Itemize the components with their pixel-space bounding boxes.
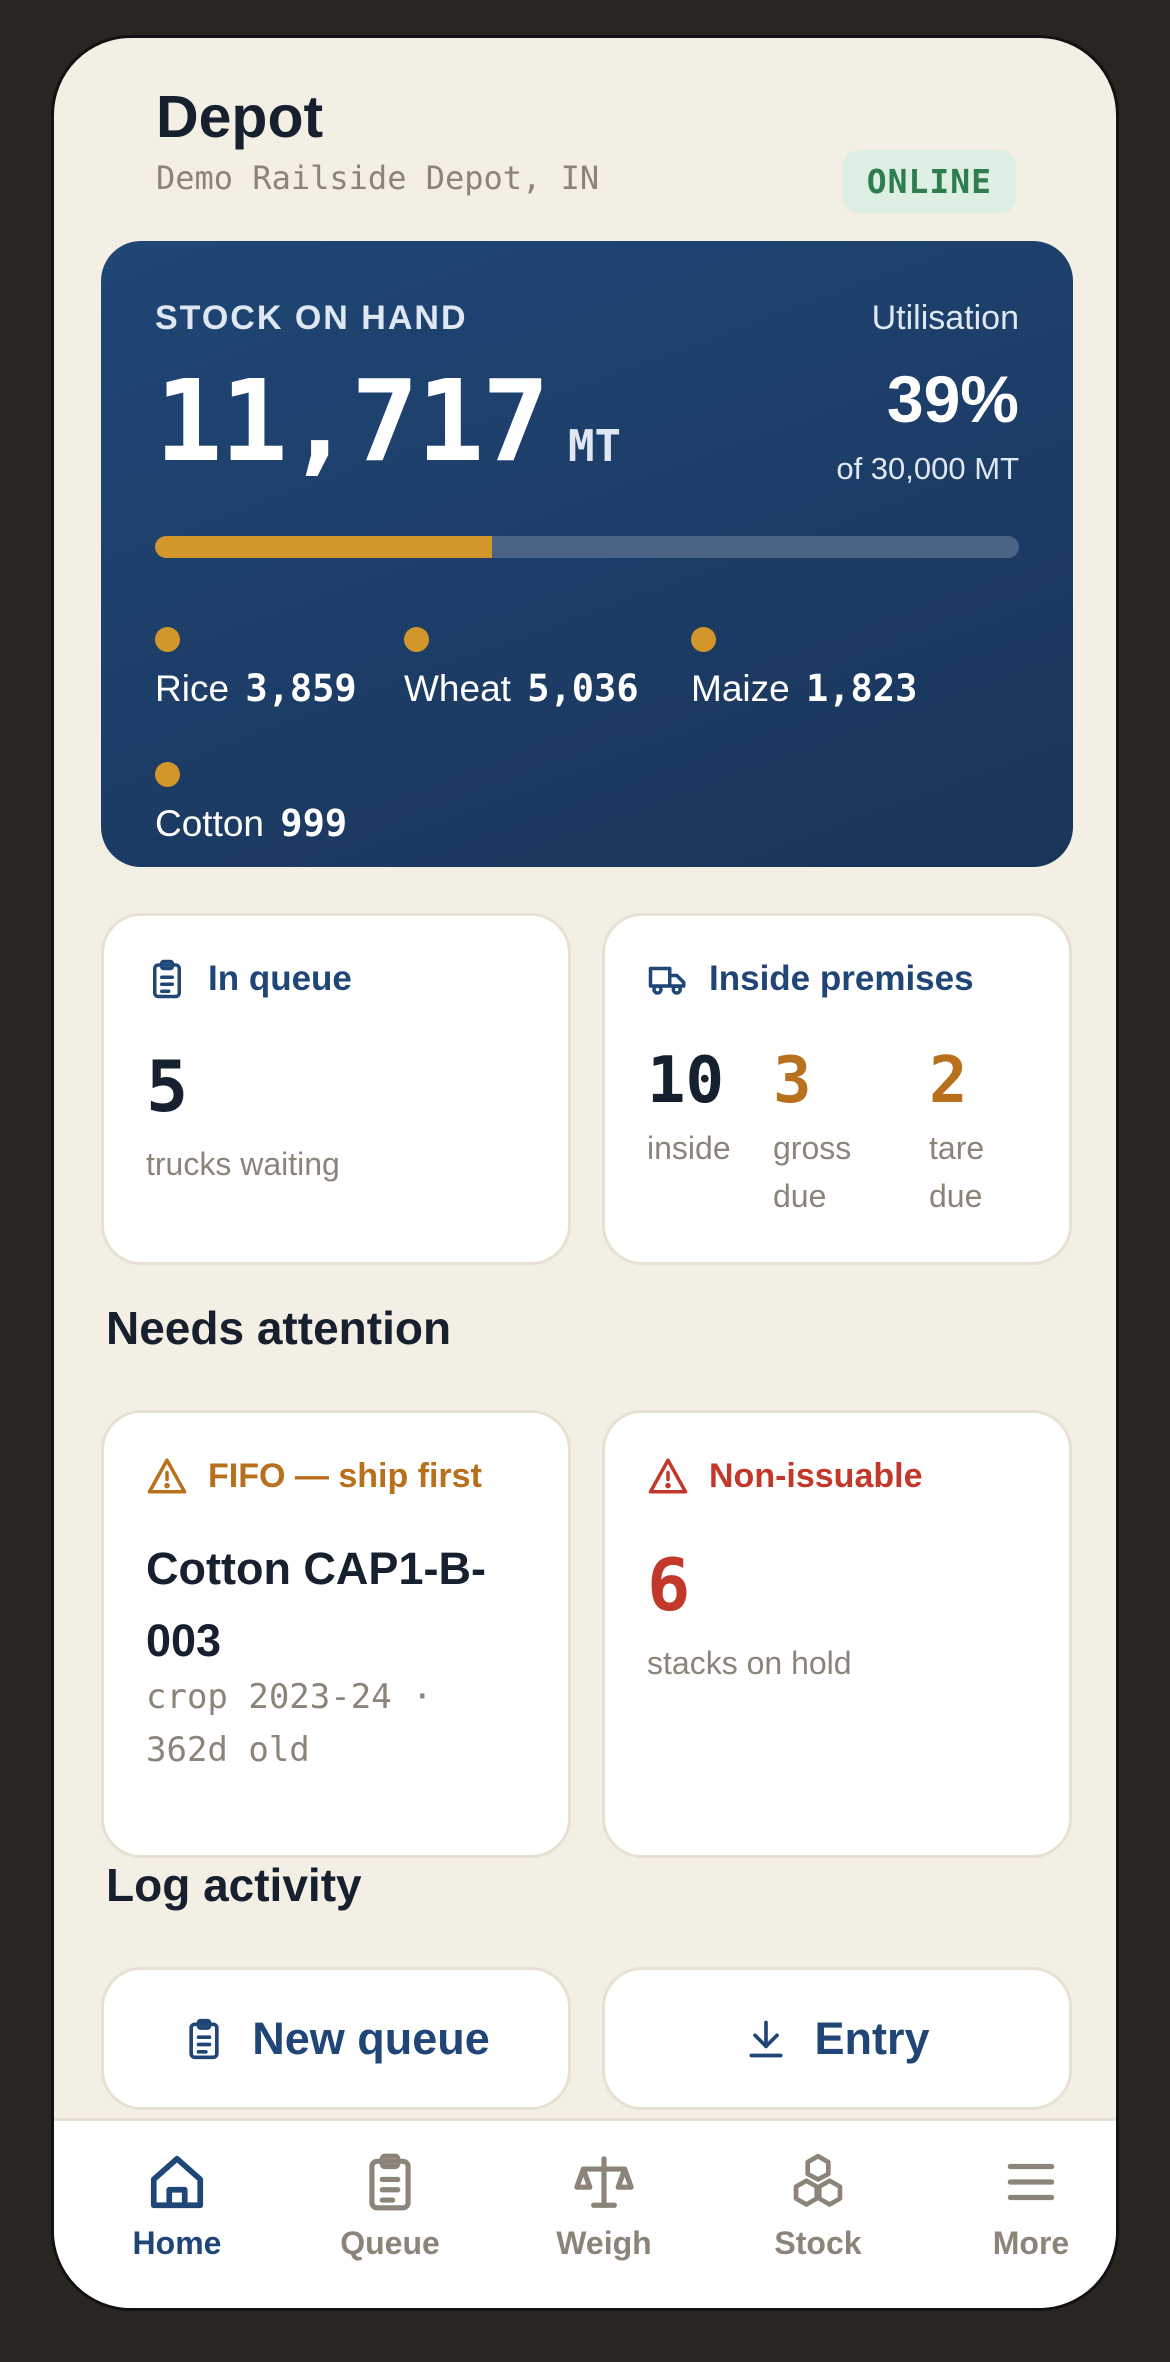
- crop-name: Wheat: [404, 668, 511, 709]
- utilisation-bar-fill: [155, 536, 492, 558]
- crop-value: 999: [280, 802, 348, 845]
- premises-card-title: Inside premises: [709, 959, 974, 998]
- crop-item-wheat: Wheat 5,036: [404, 627, 639, 710]
- non-issuable-header: Non-issuable: [647, 1455, 922, 1497]
- stock-label: STOCK ON HAND: [155, 299, 468, 337]
- non-issuable-subtitle: stacks on hold: [647, 1645, 852, 1681]
- stock-card[interactable]: STOCK ON HAND 11,717 MT Utilisation 39% …: [101, 241, 1073, 867]
- stat-value: 10: [647, 1044, 725, 1118]
- clipboard-icon: [153, 959, 181, 999]
- stock-unit: MT: [568, 421, 621, 472]
- premises-card[interactable]: Inside premises 10 inside 3 gross due 2 …: [602, 913, 1072, 1265]
- fifo-stack-age: crop 2023-24 · 362d old: [146, 1677, 433, 1770]
- utilisation-value: 39%: [886, 362, 1019, 436]
- fifo-header: FIFO — ship first: [146, 1455, 482, 1497]
- scale-icon: [574, 2156, 634, 2208]
- download-icon: [749, 2020, 783, 2057]
- premises-card-header: Inside premises: [647, 958, 974, 1000]
- nav-weigh-label: Weigh: [556, 2225, 652, 2261]
- warning-icon: [648, 1458, 688, 1494]
- stat-tare-due: 2 tare due: [929, 1046, 1029, 1220]
- status-badge: ONLINE: [842, 150, 1016, 213]
- warning-icon: [147, 1458, 187, 1494]
- stat-value: 2: [929, 1044, 968, 1118]
- crop-value: 1,823: [805, 667, 918, 710]
- non-issuable-label: Non-issuable: [709, 1456, 923, 1495]
- nav-home[interactable]: Home: [87, 2151, 267, 2262]
- crop-dot: [155, 627, 180, 652]
- utilisation-bar: [155, 536, 1019, 558]
- stat-label: tare due: [929, 1130, 985, 1215]
- stat-gross-due: 3 gross due: [773, 1046, 883, 1220]
- nav-home-label: Home: [132, 2225, 222, 2261]
- new-queue-label: New queue: [252, 2012, 490, 2064]
- crop-value: 3,859: [245, 667, 357, 710]
- queue-card-header: In queue: [146, 958, 352, 1000]
- clipboard-icon: [189, 2018, 219, 2059]
- boxes-icon: [793, 2153, 843, 2207]
- phone-screen: Depot Demo Railside Depot, IN ONLINE STO…: [51, 35, 1119, 2311]
- fifo-stack-name: Cotton CAP1-B-003: [146, 1543, 486, 1666]
- queue-count: 5: [146, 1046, 189, 1128]
- entry-label: Entry: [814, 2012, 930, 2064]
- nav-queue[interactable]: Queue: [300, 2151, 480, 2262]
- bottom-nav: Home Queue Weigh Stock More: [54, 2118, 1116, 2308]
- crop-dot: [404, 627, 429, 652]
- non-issuable-card[interactable]: Non-issuable 6 stacks on hold: [602, 1410, 1072, 1858]
- utilisation-label: Utilisation: [871, 299, 1019, 337]
- nav-more[interactable]: More: [941, 2151, 1116, 2262]
- crop-dot: [691, 627, 716, 652]
- menu-icon: [1007, 2163, 1055, 2201]
- nav-stock-label: Stock: [774, 2225, 862, 2261]
- crop-name: Cotton: [155, 803, 265, 844]
- needs-attention-heading: Needs attention: [106, 1302, 452, 1354]
- crop-name: Rice: [155, 668, 230, 709]
- page-title: Depot: [156, 84, 324, 150]
- nav-weigh[interactable]: Weigh: [514, 2151, 694, 2262]
- clipboard-icon: [369, 2153, 411, 2211]
- fifo-card[interactable]: FIFO — ship first Cotton CAP1-B-003 crop…: [101, 1410, 571, 1858]
- stock-value: 11,717: [155, 357, 550, 487]
- crop-value: 5,036: [527, 667, 639, 710]
- crop-name: Maize: [691, 668, 790, 709]
- header: Depot Demo Railside Depot, IN ONLINE: [156, 82, 1016, 213]
- stat-label: gross due: [773, 1130, 852, 1215]
- stat-inside: 10 inside: [647, 1046, 757, 1172]
- capacity-text: of 30,000 MT: [836, 451, 1019, 486]
- nav-stock[interactable]: Stock: [728, 2151, 908, 2262]
- entry-button[interactable]: Entry: [602, 1967, 1072, 2110]
- queue-card[interactable]: In queue 5 trucks waiting: [101, 913, 571, 1265]
- nav-queue-label: Queue: [340, 2225, 440, 2261]
- queue-card-title: In queue: [208, 959, 352, 998]
- stat-value: 3: [773, 1044, 812, 1118]
- crop-dot: [155, 762, 180, 787]
- nav-more-label: More: [992, 2225, 1070, 2261]
- home-icon: [150, 2155, 204, 2209]
- truck-icon: [648, 966, 686, 995]
- stat-label: inside: [647, 1130, 731, 1167]
- crop-item-maize: Maize 1,823: [691, 627, 918, 710]
- new-queue-button[interactable]: New queue: [101, 1967, 571, 2110]
- crop-item-rice: Rice 3,859: [155, 627, 357, 710]
- fifo-label: FIFO — ship first: [208, 1456, 482, 1495]
- crop-item-cotton: Cotton 999: [155, 762, 348, 845]
- log-activity-heading: Log activity: [106, 1859, 362, 1911]
- queue-subtitle: trucks waiting: [146, 1146, 340, 1182]
- non-issuable-count: 6: [647, 1543, 691, 1627]
